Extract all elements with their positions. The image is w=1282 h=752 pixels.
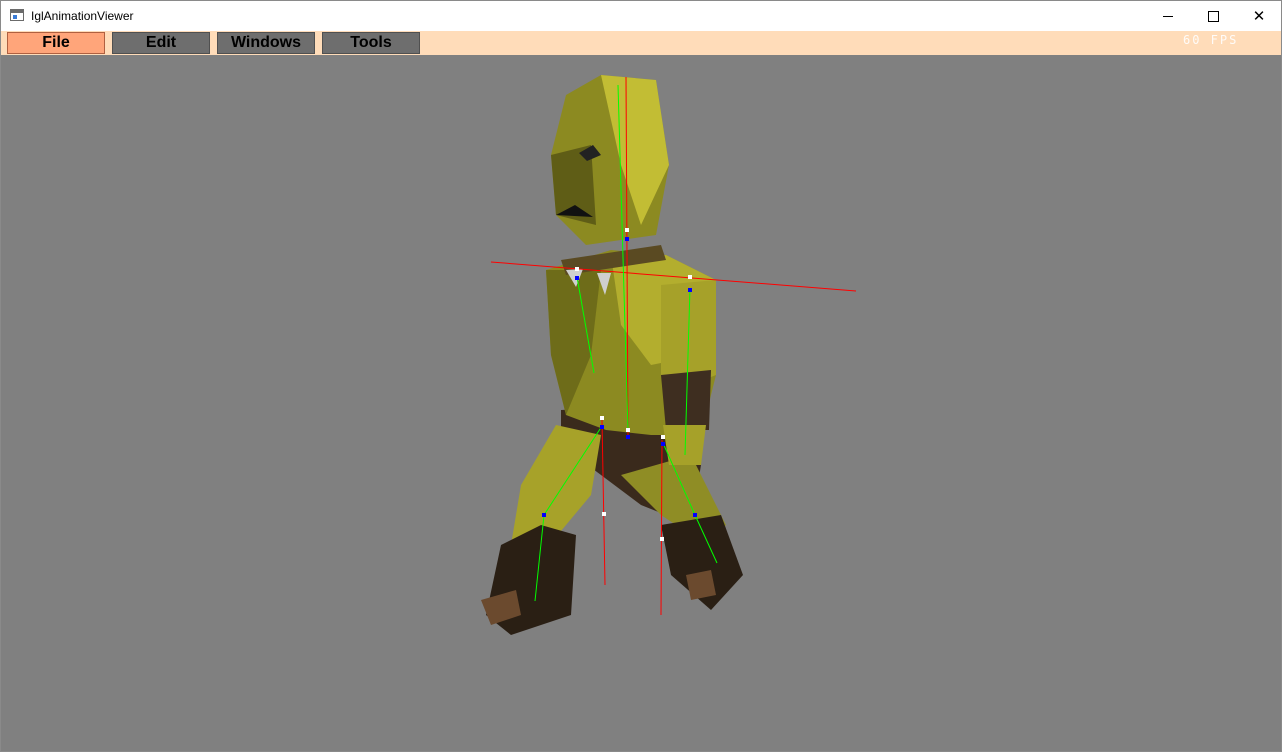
menu-bar: File Edit Windows Tools 60 FPS bbox=[1, 31, 1281, 55]
menu-file[interactable]: File bbox=[7, 32, 105, 54]
menu-windows[interactable]: Windows bbox=[217, 32, 315, 54]
app-window-icon bbox=[10, 9, 24, 21]
minimize-icon bbox=[1163, 15, 1173, 17]
character-render bbox=[481, 75, 857, 635]
maximize-button[interactable] bbox=[1190, 1, 1236, 31]
app-window: IglAnimationViewer ✕ File Edit Windows T… bbox=[0, 0, 1282, 752]
close-button[interactable]: ✕ bbox=[1236, 1, 1281, 31]
character-model bbox=[481, 75, 743, 635]
title-bar[interactable]: IglAnimationViewer ✕ bbox=[1, 1, 1281, 31]
menu-tools[interactable]: Tools bbox=[322, 32, 420, 54]
3d-viewport[interactable] bbox=[1, 55, 1281, 751]
close-icon: ✕ bbox=[1252, 6, 1266, 25]
menu-edit[interactable]: Edit bbox=[112, 32, 210, 54]
minimize-button[interactable] bbox=[1145, 1, 1191, 31]
maximize-icon bbox=[1207, 10, 1219, 22]
fps-counter: 60 FPS bbox=[1183, 33, 1239, 47]
window-title: IglAnimationViewer bbox=[31, 9, 134, 23]
